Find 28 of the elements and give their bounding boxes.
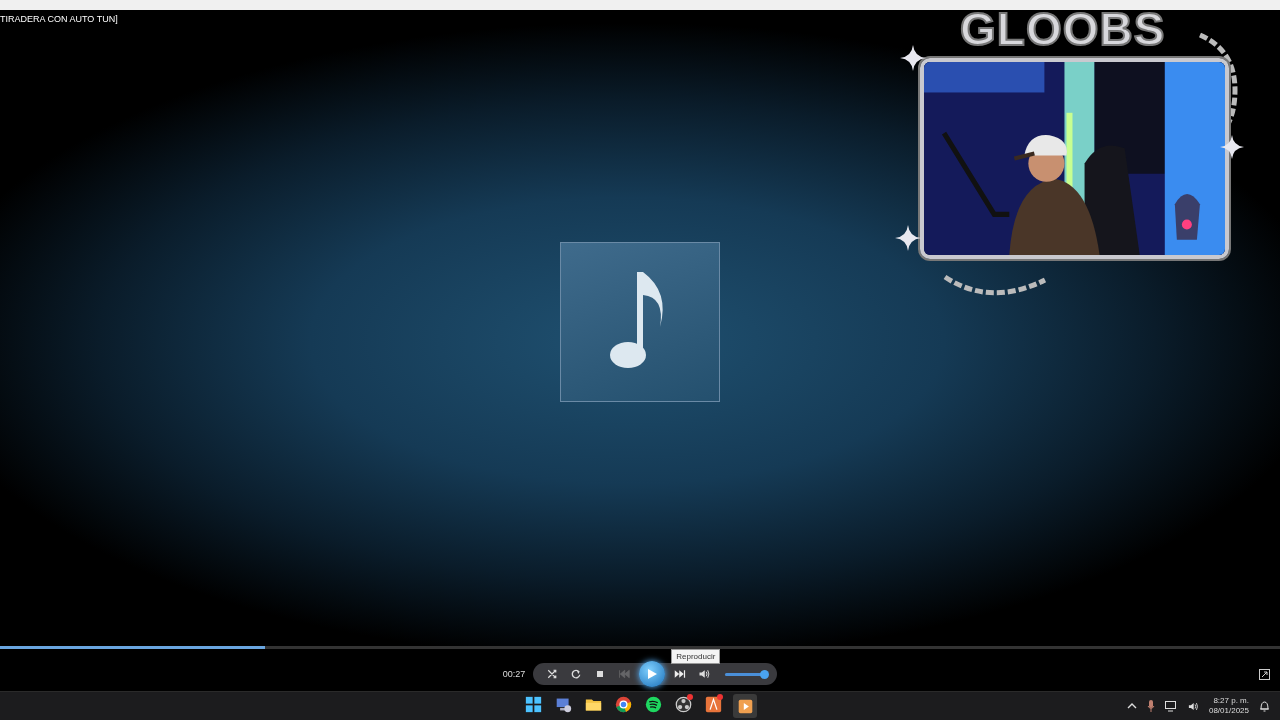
media-player-icon[interactable] (733, 694, 757, 718)
repeat-icon (570, 668, 583, 680)
volume-slider[interactable] (725, 672, 768, 676)
windows-icon[interactable] (523, 694, 543, 714)
bell-icon[interactable] (1259, 700, 1270, 712)
sparkle-icon (895, 225, 921, 251)
sparkle-icon (1220, 135, 1244, 159)
track-title: TIRADERA CON AUTO TUN] (0, 14, 118, 24)
browser-icon[interactable] (613, 694, 633, 714)
play-button[interactable] (639, 661, 666, 687)
speaker-icon[interactable] (1186, 700, 1199, 712)
microphone-icon[interactable] (1146, 700, 1155, 712)
chevron-up-icon[interactable] (1126, 702, 1137, 710)
seek-bar[interactable] (0, 646, 1280, 649)
music-app-icon[interactable] (643, 694, 663, 714)
previous-icon (618, 668, 631, 680)
clock[interactable]: 8:27 p. m. 08/01/2025 (1208, 696, 1249, 716)
recorder-icon[interactable] (673, 694, 693, 714)
elapsed-time: 00:27 (502, 669, 526, 679)
next-icon (674, 668, 687, 680)
speaker-icon (698, 668, 711, 680)
shuffle-icon (546, 668, 559, 680)
sparkle-icon (900, 45, 926, 71)
editor-app-icon[interactable] (703, 694, 723, 714)
channel-logo: GLOOBS (960, 4, 1166, 55)
play-icon (646, 668, 659, 680)
switch-view-icon[interactable] (1259, 669, 1270, 680)
tooltip: Reproducir (671, 649, 721, 664)
